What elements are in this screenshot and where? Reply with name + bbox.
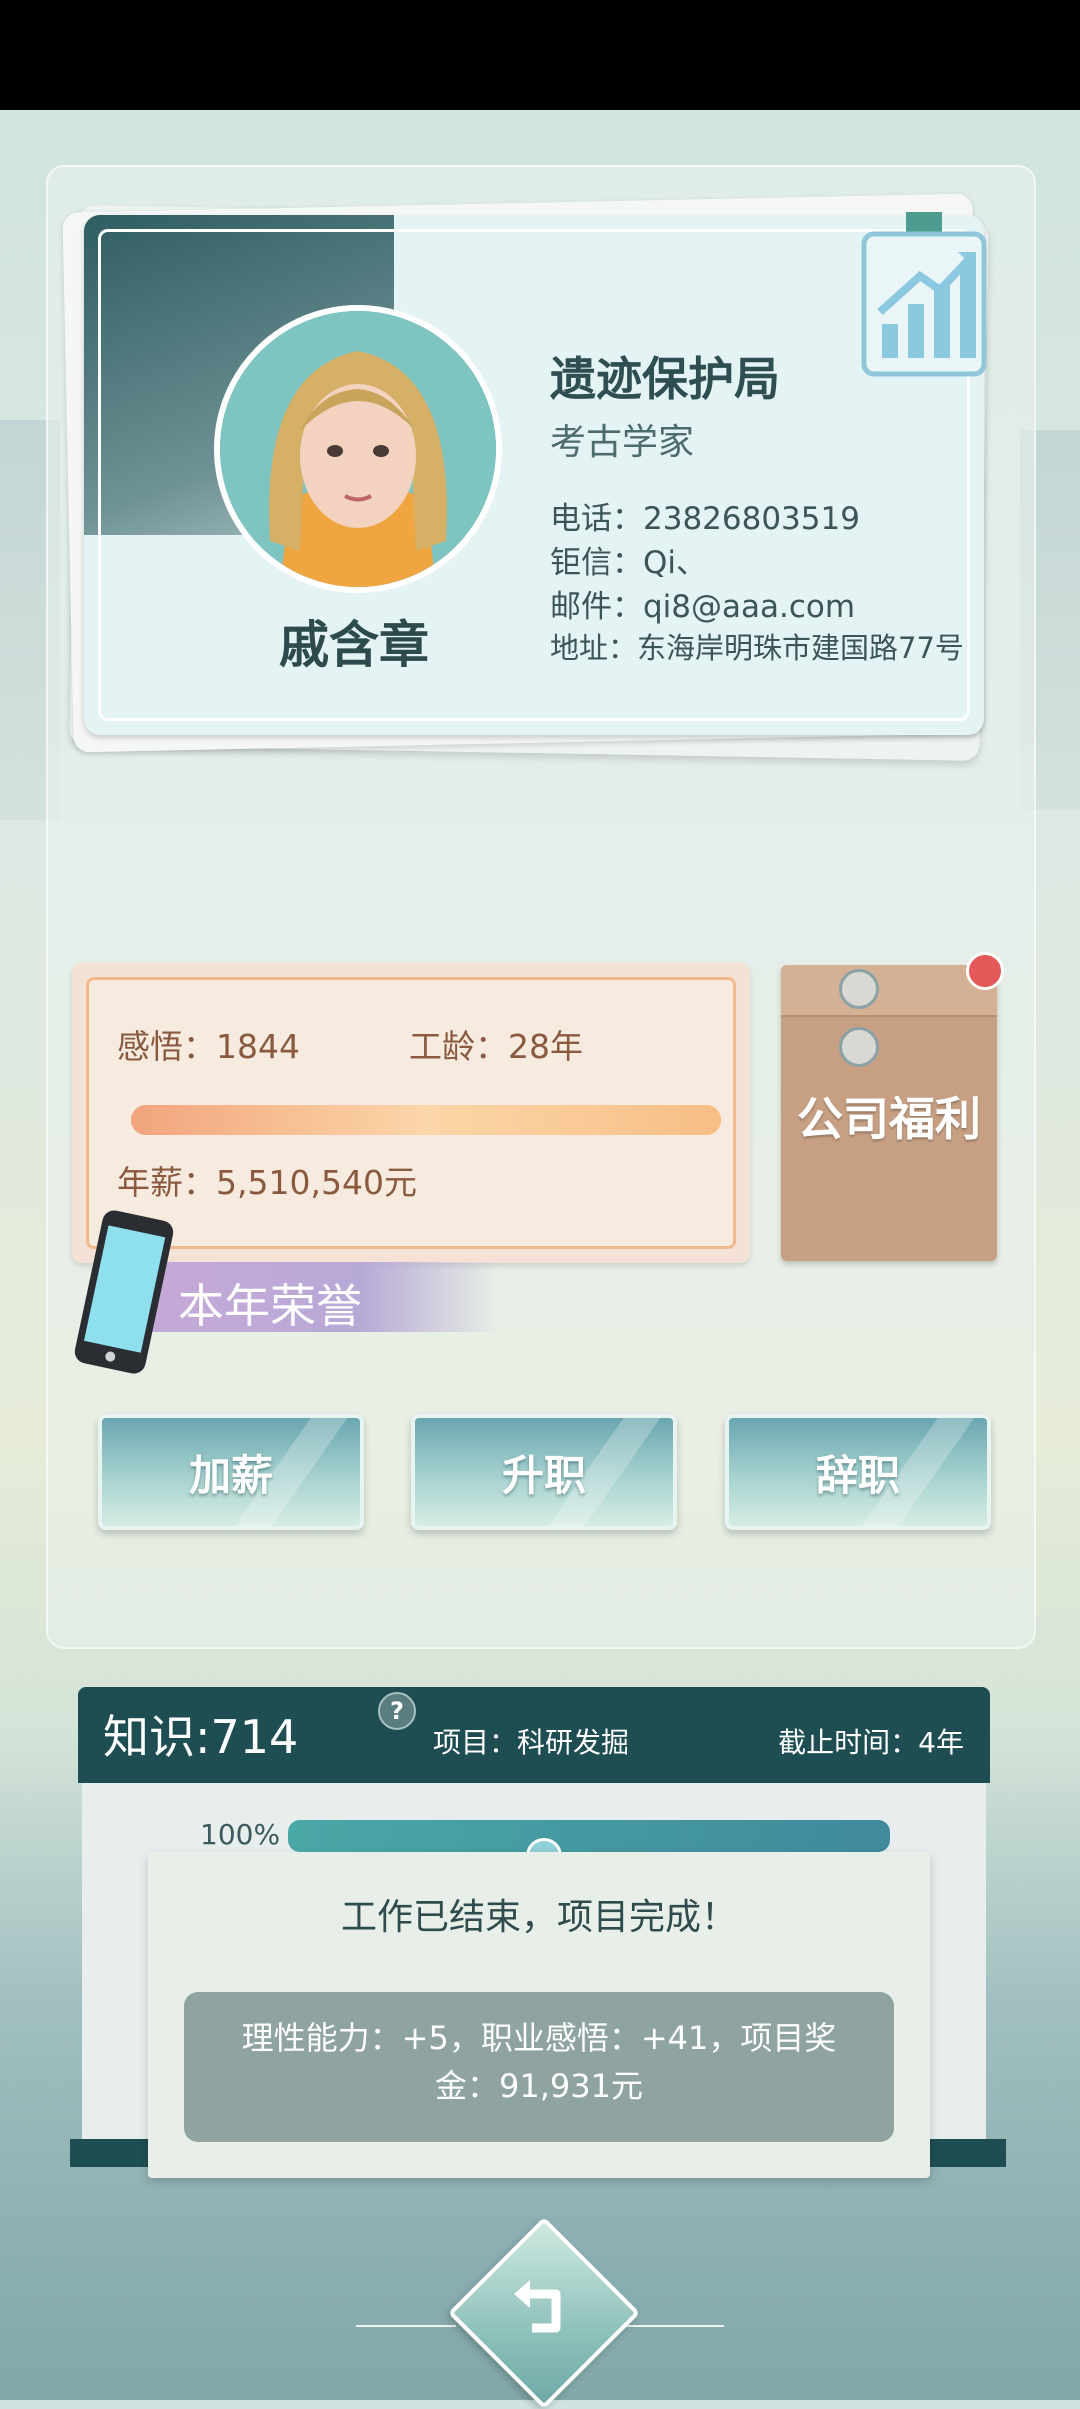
dialog-title: 工作已结束，项目完成！ xyxy=(340,1897,737,1938)
salary-value: 年薪：5,510,540元 xyxy=(117,1163,417,1202)
back-arrow-icon xyxy=(514,2280,561,2333)
project-header: 知识:714 ? 项目：科研发掘 截止时间：4年 xyxy=(78,1687,990,1783)
decorative-line xyxy=(356,2325,456,2327)
insight-value: 感悟：1844 xyxy=(117,1027,300,1066)
career-progress-bar xyxy=(131,1105,721,1135)
help-icon[interactable]: ? xyxy=(378,1692,416,1730)
resign-label: 辞职 xyxy=(815,1451,900,1500)
annual-honor-label: 本年荣誉 xyxy=(178,1279,362,1333)
result-box: 理性能力：+5，职业感悟：+41，项目奖金：91,931元 xyxy=(184,1992,894,2142)
envelope-button xyxy=(839,969,879,1009)
job-title: 考古学家 xyxy=(550,422,695,463)
project-complete-dialog[interactable]: 工作已结束，项目完成！ 理性能力：+5，职业感悟：+41，项目奖金：91,931… xyxy=(148,1852,930,2178)
promote-label: 升职 xyxy=(501,1451,586,1500)
avatar-portrait xyxy=(220,311,496,587)
project-progress-percent: 100% xyxy=(200,1818,281,1851)
raise-salary-label: 加薪 xyxy=(188,1451,273,1500)
envelope-button xyxy=(839,1027,879,1067)
phone-icon[interactable] xyxy=(70,1208,178,1376)
phone-number: 电话：23826803519 xyxy=(550,501,860,537)
company-benefits-envelope[interactable]: 公司福利 xyxy=(781,965,997,1261)
envelope-flap xyxy=(781,965,997,1017)
career-progress-fill xyxy=(131,1105,721,1135)
project-name: 项目：科研发掘 xyxy=(433,1726,630,1759)
avatar xyxy=(214,305,502,593)
pager-info: 钜信：Qi、 xyxy=(550,545,708,581)
profile-card: 戚含章 遗迹保护局 考古学家 电话：23826803519 钜信：Qi、 邮件：… xyxy=(84,215,984,735)
resign-button[interactable]: 辞职 xyxy=(725,1414,991,1530)
email-address: 邮件：qi8@aaa.com xyxy=(550,589,856,625)
career-stats-inner: 感悟：1844 工龄：28年 年薪：5,510,540元 xyxy=(86,977,736,1249)
company-benefits-label: 公司福利 xyxy=(797,1092,981,1146)
annual-honor-button[interactable]: 本年荣誉 xyxy=(150,1262,500,1333)
notification-dot xyxy=(966,952,1004,990)
raise-salary-button[interactable]: 加薪 xyxy=(98,1414,364,1530)
promote-button[interactable]: 升职 xyxy=(411,1414,677,1530)
result-text: 理性能力：+5，职业感悟：+41，项目奖金：91,931元 xyxy=(241,2019,837,2105)
decorative-line xyxy=(624,2325,724,2327)
knowledge-value: 知识:714 xyxy=(103,1710,299,1764)
project-deadline: 截止时间：4年 xyxy=(778,1726,964,1759)
organization-name: 遗迹保护局 xyxy=(550,352,780,406)
street-address: 地址：东海岸明珠市建国路77号 xyxy=(550,631,964,665)
project-progress-bar xyxy=(288,1820,890,1852)
growth-chart-icon[interactable] xyxy=(860,212,988,382)
profile-card-stack: 戚含章 遗迹保护局 考古学家 电话：23826803519 钜信：Qi、 邮件：… xyxy=(62,193,992,761)
status-bar xyxy=(0,0,1080,110)
seniority-value: 工龄：28年 xyxy=(409,1027,583,1066)
employee-name: 戚含章 xyxy=(279,616,429,674)
